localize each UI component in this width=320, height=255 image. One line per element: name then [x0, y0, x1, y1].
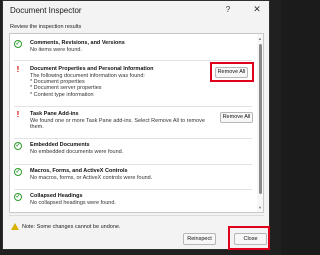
close-button[interactable]: Close — [234, 233, 267, 245]
divider — [14, 60, 252, 61]
exclamation-icon: ! — [16, 65, 20, 74]
remove-all-doc-properties-button[interactable]: Remove All — [215, 67, 248, 78]
reinspect-button[interactable]: Reinspect — [183, 233, 216, 245]
divider — [14, 106, 252, 107]
exclamation-icon: ! — [16, 110, 20, 119]
item-title: Document Properties and Personal Informa… — [30, 66, 154, 72]
item-desc: No embedded documents were found. — [30, 149, 124, 155]
warning-triangle-icon — [11, 223, 19, 230]
remove-all-task-pane-button[interactable]: Remove All — [220, 112, 253, 123]
item-title: Collapsed Headings — [30, 193, 83, 199]
result-item-embedded-docs: ✓ Embedded Documents No embedded documen… — [10, 142, 257, 162]
result-item-macros: ✓ Macros, Forms, and ActiveX Controls No… — [10, 168, 257, 188]
document-inspector-dialog: Document Inspector ? ✕ Review the inspec… — [2, 0, 270, 250]
result-item-collapsed-headings: ✓ Collapsed Headings No collapsed headin… — [10, 193, 257, 212]
title-bar: Document Inspector ? ✕ — [3, 1, 269, 19]
item-title: Task Pane Add-ins — [30, 111, 79, 117]
subtitle: Review the inspection results — [10, 24, 82, 30]
results-list[interactable]: ✓ Comments, Revisions, and Versions No i… — [9, 33, 264, 213]
item-desc: No collapsed headings were found. — [30, 200, 116, 206]
check-circle-icon: ✓ — [14, 40, 22, 48]
result-item-comments: ✓ Comments, Revisions, and Versions No i… — [10, 40, 257, 60]
item-desc: No macros, forms, or ActiveX controls we… — [30, 175, 153, 181]
window-title: Document Inspector — [10, 6, 82, 15]
scrollbar[interactable]: ▲ ▼ — [257, 34, 263, 212]
divider — [14, 189, 252, 190]
check-circle-icon: ✓ — [14, 168, 22, 176]
item-desc-line: * Content type information — [30, 91, 94, 98]
item-title: Comments, Revisions, and Versions — [30, 40, 125, 46]
divider — [9, 215, 264, 216]
divider — [14, 138, 252, 139]
item-desc: No items were found. — [30, 47, 82, 53]
item-title: Macros, Forms, and ActiveX Controls — [30, 168, 128, 174]
scroll-thumb[interactable] — [259, 44, 262, 194]
scroll-down-icon[interactable]: ▼ — [258, 205, 262, 210]
item-desc: We found one or more Task Pane add-ins. … — [30, 118, 205, 130]
item-desc: The following document information was f… — [30, 73, 145, 98]
item-title: Embedded Documents — [30, 142, 90, 148]
check-circle-icon: ✓ — [14, 193, 22, 201]
close-window-button[interactable]: ✕ — [250, 3, 264, 16]
check-circle-icon: ✓ — [14, 142, 22, 150]
help-button[interactable]: ? — [221, 4, 235, 16]
background-text — [310, 40, 320, 220]
note-text: Note: Some changes cannot be undone. — [22, 224, 121, 230]
divider — [14, 164, 252, 165]
item-desc-line: them. — [30, 124, 44, 131]
scroll-up-icon[interactable]: ▲ — [258, 36, 262, 41]
item-desc-line: We found one or more Task Pane add-ins. … — [30, 118, 205, 124]
